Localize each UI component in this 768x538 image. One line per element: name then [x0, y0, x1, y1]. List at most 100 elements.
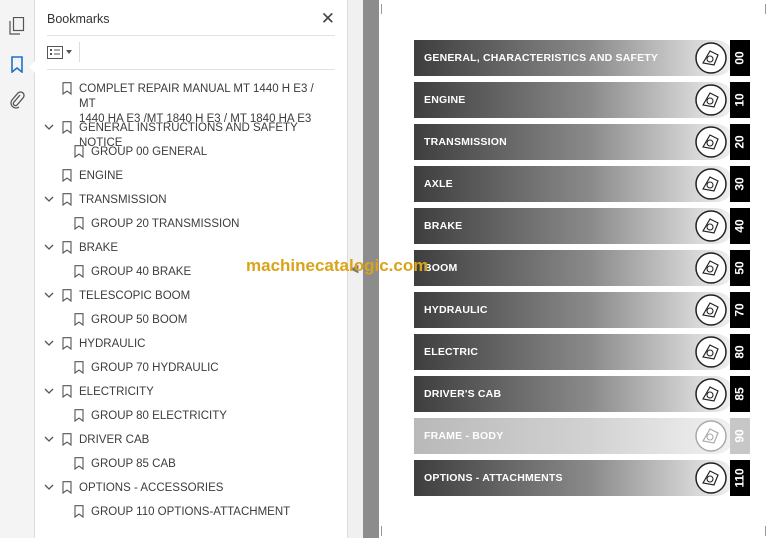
bookmark-label: ENGINE: [79, 170, 124, 182]
bookmark-label: TELESCOPIC BOOM: [79, 290, 191, 302]
bookmark-icon: [62, 337, 72, 350]
watermark-text: machinecatalogic.com: [246, 256, 429, 275]
cab-icon: [695, 378, 727, 410]
section-number: 70: [732, 303, 747, 317]
bookmark-subitem[interactable]: GROUP 80 ELECTRICITY: [35, 404, 347, 428]
divider: [79, 42, 80, 62]
bookmark-item[interactable]: COMPLET REPAIR MANUAL MT 1440 H E3 / MT 1…: [35, 77, 347, 125]
crop-mark: [755, 526, 766, 536]
section-number: 00: [732, 51, 747, 65]
bookmark-label: GROUP 20 TRANSMISSION: [91, 218, 240, 230]
paperclip-icon[interactable]: [5, 88, 29, 112]
page-thumbnails-icon[interactable]: [5, 14, 29, 38]
section-number-tab: 20: [730, 124, 750, 160]
hydraulic-icon: [695, 294, 727, 326]
section-band: AXLE 30: [414, 166, 750, 202]
chevron-down-icon: [66, 50, 72, 54]
section-number-tab: 00: [730, 40, 750, 76]
bookmark-label: GROUP 85 CAB: [91, 458, 176, 470]
bookmark-label: TRANSMISSION: [79, 194, 167, 206]
bookmark-item[interactable]: HYDRAULIC: [35, 332, 347, 356]
section-number: 10: [732, 93, 747, 107]
section-band: OPTIONS - ATTACHMENTS 110: [414, 460, 750, 496]
chevron-down-icon[interactable]: [43, 193, 55, 205]
crop-mark: [381, 4, 392, 14]
bookmark-item[interactable]: TRANSMISSION: [35, 188, 347, 212]
transmission-icon: [695, 126, 727, 158]
bookmark-item[interactable]: TELESCOPIC BOOM: [35, 284, 347, 308]
tools-icon: [695, 42, 727, 74]
bookmark-label: GROUP 50 BOOM: [91, 314, 188, 326]
bookmark-icon: [74, 265, 84, 278]
axle-icon: [695, 168, 727, 200]
bookmark-item[interactable]: DRIVER CAB: [35, 428, 347, 452]
bookmark-subitem[interactable]: GROUP 85 CAB: [35, 452, 347, 476]
chevron-down-icon[interactable]: [43, 433, 55, 445]
side-toolbar: [0, 0, 35, 538]
bookmark-label: GROUP 00 GENERAL: [91, 146, 208, 158]
section-number-tab: 10: [730, 82, 750, 118]
section-number: 90: [732, 429, 747, 443]
bookmark-label: GROUP 80 ELECTRICITY: [91, 410, 227, 422]
crop-mark: [755, 4, 766, 14]
bookmark-subitem[interactable]: GROUP 50 BOOM: [35, 308, 347, 332]
divider: [47, 35, 335, 36]
electric-icon: [695, 336, 727, 368]
section-band: GENERAL, CHARACTERISTICS AND SAFETY 00: [414, 40, 750, 76]
bookmark-options-button[interactable]: [47, 43, 75, 61]
bookmark-label: HYDRAULIC: [79, 338, 146, 350]
section-number: 80: [732, 345, 747, 359]
bookmark-item[interactable]: ELECTRICITY: [35, 380, 347, 404]
section-number-tab: 80: [730, 334, 750, 370]
bookmark-subitem[interactable]: GROUP 00 GENERAL: [35, 140, 347, 164]
bookmark-item[interactable]: OPTIONS - ACCESSORIES: [35, 476, 347, 500]
bookmark-label: GROUP 70 HYDRAULIC: [91, 362, 219, 374]
bookmark-icon: [74, 505, 84, 518]
section-band: DRIVER'S CAB 85: [414, 376, 750, 412]
section-number-tab: 90: [730, 418, 750, 454]
section-label: GENERAL, CHARACTERISTICS AND SAFETY: [424, 52, 659, 64]
section-label: BRAKE: [424, 220, 463, 232]
close-panel-button[interactable]: ✕: [321, 9, 335, 29]
bookmark-item[interactable]: ENGINE: [35, 164, 347, 188]
bookmark-label: OPTIONS - ACCESSORIES: [79, 482, 224, 494]
section-label: ELECTRIC: [424, 346, 479, 358]
chevron-down-icon[interactable]: [43, 121, 55, 133]
chevron-down-icon[interactable]: [43, 385, 55, 397]
chevron-down-icon[interactable]: [43, 481, 55, 493]
section-band-background: [414, 250, 734, 286]
section-number-tab: 40: [730, 208, 750, 244]
bookmark-label: GROUP 110 OPTIONS-ATTACHMENT: [91, 506, 291, 518]
section-band: BRAKE 40: [414, 208, 750, 244]
crop-mark: [381, 526, 392, 536]
bookmark-icon: [62, 121, 72, 134]
section-number-tab: 70: [730, 292, 750, 328]
bookmark-icon: [74, 313, 84, 326]
bookmark-subitem[interactable]: GROUP 110 OPTIONS-ATTACHMENT: [35, 500, 347, 524]
section-band: FRAME - BODY 90: [414, 418, 750, 454]
attachments-icon: [695, 462, 727, 494]
bookmark-icon: [62, 193, 72, 206]
bookmark-icon: [74, 457, 84, 470]
frame-icon: [695, 420, 727, 452]
section-label: OPTIONS - ATTACHMENTS: [424, 472, 563, 484]
chevron-down-icon[interactable]: [43, 241, 55, 253]
bookmark-label: BRAKE: [79, 242, 118, 254]
bookmark-icon: [62, 169, 72, 182]
bookmark-item[interactable]: GENERAL INSTRUCTIONS AND SAFETY NOTICE: [35, 116, 347, 149]
bookmark-icon: [74, 409, 84, 422]
engine-icon: [695, 84, 727, 116]
bookmark-label: DRIVER CAB: [79, 434, 150, 446]
bookmark-subitem[interactable]: GROUP 70 HYDRAULIC: [35, 356, 347, 380]
chevron-down-icon[interactable]: [43, 289, 55, 301]
boom-icon: [695, 252, 727, 284]
bookmark-icon: [62, 289, 72, 302]
section-number-tab: 50: [730, 250, 750, 286]
bookmark-subitem[interactable]: GROUP 20 TRANSMISSION: [35, 212, 347, 236]
bookmark-icon: [74, 145, 84, 158]
chevron-down-icon[interactable]: [43, 337, 55, 349]
divider: [47, 69, 335, 70]
section-number: 85: [732, 387, 747, 401]
bookmark-icon: [62, 82, 72, 95]
bookmark-icon[interactable]: [5, 52, 35, 76]
